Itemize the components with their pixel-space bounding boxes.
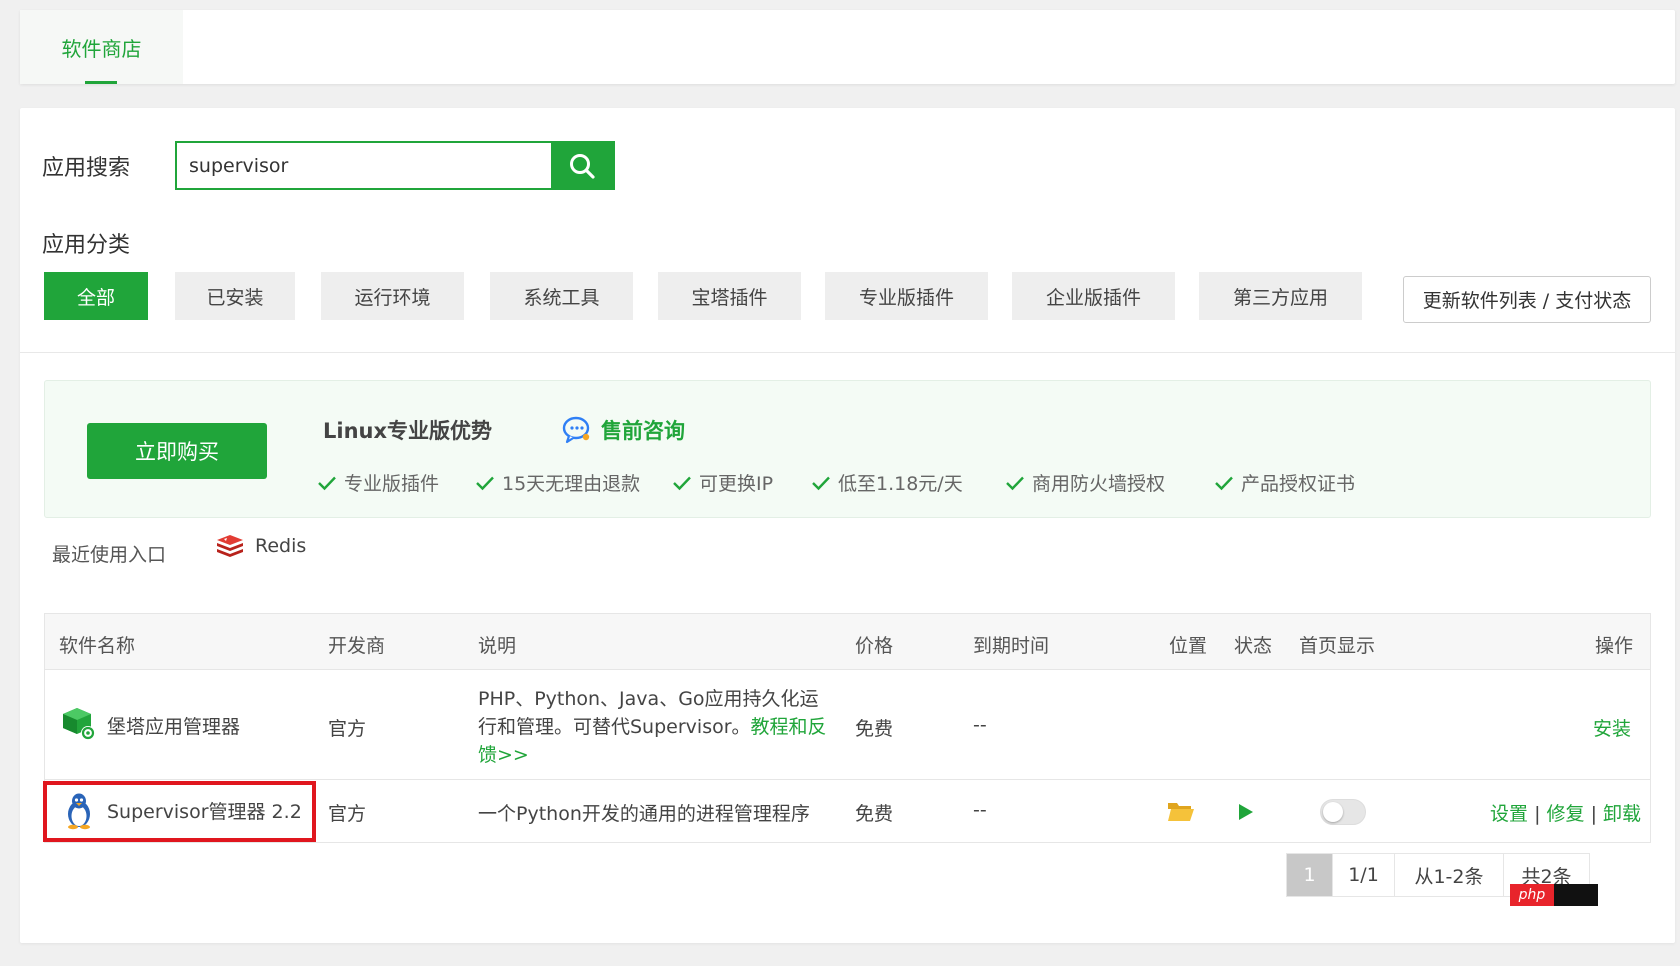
software-name: Supervisor管理器 2.2	[107, 801, 302, 823]
header-price: 价格	[855, 635, 894, 657]
category-all[interactable]: 全部	[44, 272, 148, 320]
settings-link[interactable]: 设置	[1490, 803, 1528, 825]
category-enterprise-plugins[interactable]: 企业版插件	[1012, 272, 1175, 320]
play-icon[interactable]	[1237, 802, 1255, 822]
top-tab-bar: 软件商店	[20, 10, 1675, 84]
category-bt-plugins[interactable]: 宝塔插件	[658, 272, 801, 320]
feature-item: 15天无理由退款	[475, 469, 640, 496]
category-third-party[interactable]: 第三方应用	[1199, 272, 1362, 320]
software-name: 堡塔应用管理器	[107, 716, 241, 738]
homepage-display-toggle[interactable]	[1320, 799, 1366, 825]
software-desc-line1: PHP、Python、Java、Go应用持久化运	[478, 688, 819, 710]
category-system-tools[interactable]: 系统工具	[490, 272, 633, 320]
header-homepage: 首页显示	[1299, 635, 1376, 657]
software-desc-line2: 行和管理。可替代Supervisor。教程和反	[478, 716, 827, 738]
check-icon	[1006, 476, 1024, 490]
recent-label: 最近使用入口	[52, 544, 167, 566]
page-current[interactable]: 1	[1287, 854, 1332, 896]
software-vendor: 官方	[328, 718, 367, 740]
table-header: 软件名称 开发商 说明 价格 到期时间 位置 状态 首页显示 操作	[45, 614, 1650, 670]
page-range: 从1-2条	[1394, 854, 1503, 896]
feature-item: 可更换IP	[672, 469, 773, 496]
software-vendor: 官方	[328, 803, 367, 825]
header-name: 软件名称	[59, 635, 136, 657]
check-icon	[476, 476, 494, 490]
category-runtime[interactable]: 运行环境	[321, 272, 464, 320]
search-input[interactable]	[177, 143, 551, 188]
search-box	[175, 141, 615, 190]
feature-item: 专业版插件	[317, 469, 439, 496]
check-icon	[673, 476, 691, 490]
header-status: 状态	[1234, 635, 1273, 657]
category-installed[interactable]: 已安装	[175, 272, 295, 320]
recent-redis-link[interactable]: Redis	[215, 533, 306, 559]
header-location: 位置	[1169, 635, 1208, 657]
software-desc: 一个Python开发的通用的进程管理程序	[478, 803, 810, 825]
tutorial-feedback-link-cont[interactable]: 馈>>	[478, 740, 529, 767]
search-button[interactable]	[551, 143, 613, 188]
category-label: 应用分类	[42, 233, 131, 258]
software-table: 软件名称 开发商 说明 价格 到期时间 位置 状态 首页显示 操作 堡塔应用管理…	[43, 613, 1651, 843]
php-watermark-text: php	[1510, 884, 1554, 906]
feature-item: 低至1.18元/天	[811, 469, 963, 496]
promo-title: Linux专业版优势	[323, 419, 493, 443]
update-list-button[interactable]: 更新软件列表 / 支付状态	[1403, 276, 1651, 323]
row-actions: 设置 | 修复 | 卸载	[1490, 799, 1641, 826]
check-icon	[318, 476, 336, 490]
header-actions: 操作	[1595, 635, 1634, 657]
chat-bubble-icon	[562, 416, 590, 444]
software-price: 免费	[855, 718, 894, 740]
redis-icon	[217, 535, 243, 557]
software-expire: --	[973, 714, 987, 736]
header-desc: 说明	[478, 635, 517, 657]
feature-item: 产品授权证书	[1214, 469, 1355, 496]
table-row: 堡塔应用管理器 官方 PHP、Python、Java、Go应用持久化运 行和管理…	[45, 670, 1650, 780]
software-expire: --	[973, 799, 987, 821]
uninstall-link[interactable]: 卸载	[1603, 803, 1641, 825]
consult-label: 售前咨询	[601, 419, 685, 443]
search-icon	[570, 153, 595, 179]
presale-consult-link[interactable]: 售前咨询	[561, 415, 685, 445]
app-manager-icon	[63, 708, 95, 740]
php-watermark: php	[1510, 884, 1598, 906]
action-separator: |	[1534, 803, 1541, 825]
pro-promo-banner: 立即购买 Linux专业版优势 售前咨询 专业版插件 15天无理由退款 可更换I…	[44, 380, 1651, 518]
buy-now-button[interactable]: 立即购买	[87, 423, 267, 479]
main-panel: 应用搜索 应用分类 全部 已安装 运行环境 系统工具 宝塔插件 专业版插件 企业…	[20, 108, 1675, 943]
check-icon	[1215, 476, 1233, 490]
install-button[interactable]: 安装	[1593, 714, 1631, 741]
category-pro-plugins[interactable]: 专业版插件	[825, 272, 988, 320]
search-label: 应用搜索	[42, 156, 131, 181]
software-price: 免费	[855, 803, 894, 825]
header-expire: 到期时间	[973, 635, 1050, 657]
repair-link[interactable]: 修复	[1547, 803, 1585, 825]
feature-item: 商用防火墙授权	[1005, 469, 1165, 496]
page-count: 1/1	[1332, 854, 1394, 896]
linux-penguin-icon	[68, 793, 90, 830]
recent-item-label: Redis	[255, 535, 307, 557]
check-icon	[812, 476, 830, 490]
folder-icon[interactable]	[1167, 800, 1195, 822]
divider	[20, 352, 1675, 353]
tutorial-feedback-link[interactable]: 教程和反	[751, 716, 827, 738]
header-vendor: 开发商	[328, 635, 386, 657]
table-row: Supervisor管理器 2.2 官方 一个Python开发的通用的进程管理程…	[43, 780, 1650, 843]
tab-software-store[interactable]: 软件商店	[20, 10, 183, 84]
action-separator: |	[1590, 803, 1597, 825]
